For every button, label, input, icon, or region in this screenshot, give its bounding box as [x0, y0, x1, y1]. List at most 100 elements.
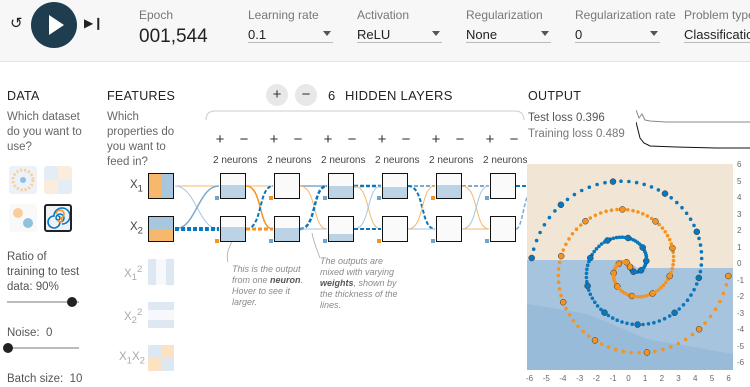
data-point-blue: [584, 271, 589, 276]
data-point-orange: [614, 347, 618, 352]
data-point-orange: [567, 313, 572, 317]
data-point-blue: [699, 250, 704, 254]
remove-neuron-button[interactable]: −: [287, 129, 309, 151]
neuron-count-label: 2 neurons: [429, 155, 474, 166]
neuron-node[interactable]: [274, 216, 300, 242]
remove-neuron-button[interactable]: −: [233, 129, 255, 151]
neuron-node[interactable]: [436, 173, 462, 199]
data-point-blue: [634, 321, 641, 328]
data-point-blue: [688, 217, 693, 221]
data-point-orange: [557, 260, 562, 265]
neuron-node[interactable]: [328, 216, 354, 242]
data-point-blue: [646, 322, 651, 326]
data-point-orange: [561, 248, 566, 252]
data-point-orange: [626, 208, 630, 212]
data-point-orange: [636, 210, 640, 214]
data-point-orange: [708, 314, 713, 319]
neuron-node[interactable]: [382, 216, 408, 242]
data-point-orange: [669, 242, 674, 246]
bias-marker: [431, 239, 435, 243]
data-point-orange: [570, 232, 575, 236]
data-point-orange: [663, 230, 667, 234]
data-point-blue: [649, 185, 654, 189]
data-point-orange: [641, 212, 645, 216]
add-neuron-button[interactable]: +: [263, 129, 285, 151]
y-tick-label: 6: [737, 160, 742, 169]
remove-neuron-button[interactable]: −: [449, 129, 471, 151]
data-point-orange: [593, 213, 598, 218]
data-point-orange: [724, 283, 729, 287]
data-point-orange: [559, 293, 563, 298]
data-point-orange: [683, 337, 688, 342]
data-point-blue: [610, 316, 615, 320]
data-point-blue: [656, 188, 661, 192]
data-point-orange: [564, 306, 568, 311]
data-point-orange: [556, 273, 561, 278]
remove-neuron-button[interactable]: −: [395, 129, 417, 151]
data-point-orange: [615, 207, 619, 212]
loss-chart: [636, 109, 750, 149]
data-point-orange: [665, 233, 670, 238]
neuron-node[interactable]: [220, 216, 246, 242]
add-neuron-button[interactable]: +: [479, 129, 501, 151]
data-point-orange: [649, 216, 654, 221]
data-point-orange: [582, 217, 589, 225]
neuron-node[interactable]: [490, 173, 516, 199]
data-point-blue: [588, 292, 593, 297]
data-point-blue: [677, 307, 681, 311]
data-point-orange: [587, 334, 591, 338]
data-point-orange: [559, 298, 567, 306]
data-point-orange: [557, 287, 562, 291]
x-tick-label: -5: [542, 374, 550, 383]
data-point-orange: [609, 208, 614, 212]
data-point-orange: [660, 226, 665, 230]
data-point-orange: [556, 267, 561, 271]
data-point-orange: [671, 262, 675, 267]
data-point-orange: [653, 349, 657, 354]
data-point-orange: [643, 349, 651, 356]
data-point-blue: [557, 201, 565, 209]
x-tick-label: 6: [726, 374, 731, 383]
add-neuron-button[interactable]: +: [371, 129, 393, 151]
y-tick-label: -2: [737, 292, 745, 301]
data-point-orange: [604, 209, 608, 214]
data-point-blue: [689, 293, 693, 297]
neuron-node[interactable]: [328, 173, 354, 199]
neuron-output-fill: [221, 226, 245, 241]
x-tick-label: 1: [642, 374, 648, 383]
data-point-orange: [661, 347, 665, 352]
add-neuron-button[interactable]: +: [425, 129, 447, 151]
data-point-orange: [619, 206, 626, 213]
neuron-note: This is the output from one neuron. Hove…: [232, 264, 304, 307]
add-neuron-button[interactable]: +: [317, 129, 339, 151]
data-point-blue: [609, 178, 617, 185]
add-neuron-button[interactable]: +: [209, 129, 231, 151]
data-point-orange: [599, 342, 604, 346]
remove-neuron-button[interactable]: −: [341, 129, 363, 151]
weights-note: The outputs are mixed with varying weigh…: [320, 256, 398, 310]
bias-marker: [323, 196, 327, 200]
y-tick-label: 3: [737, 209, 742, 219]
data-point-blue: [586, 288, 591, 292]
test-loss-value: 0.396: [575, 112, 605, 124]
neuron-node[interactable]: [274, 173, 300, 199]
data-point-blue: [684, 211, 689, 216]
neuron-node[interactable]: [436, 216, 462, 242]
data-point-orange: [579, 223, 583, 227]
data-point-blue: [603, 180, 607, 185]
data-point-orange: [556, 280, 561, 284]
neuron-node[interactable]: [220, 173, 246, 199]
data-point-blue: [625, 321, 629, 326]
training-loss: Training loss 0.489: [528, 128, 625, 140]
data-point-blue: [587, 185, 592, 189]
data-point-blue: [630, 322, 634, 326]
remove-neuron-button[interactable]: −: [503, 129, 525, 151]
data-point-blue: [698, 269, 703, 274]
data-point-blue: [697, 236, 701, 241]
neuron-node[interactable]: [490, 216, 516, 242]
data-point-blue: [615, 318, 619, 322]
neuron-node[interactable]: [382, 173, 408, 199]
data-point-blue: [669, 196, 673, 200]
data-point-orange: [557, 252, 565, 260]
data-point-blue: [553, 209, 557, 213]
